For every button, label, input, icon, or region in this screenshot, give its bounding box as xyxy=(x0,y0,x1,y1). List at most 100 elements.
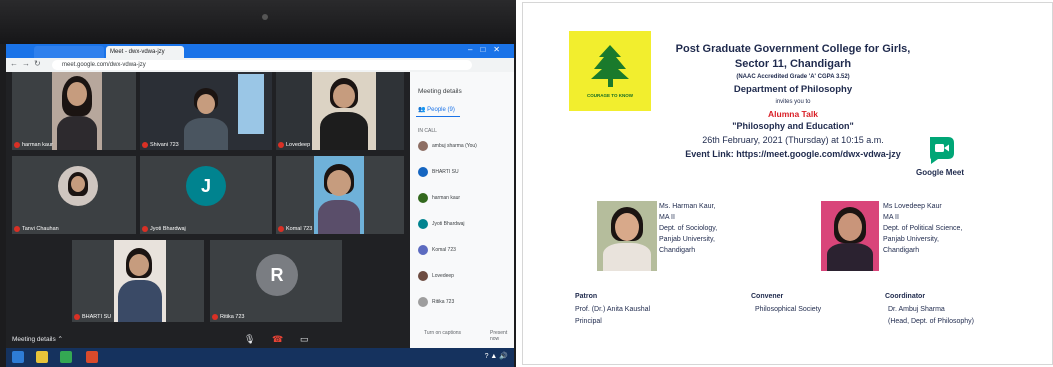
camera-icon[interactable]: ▭ xyxy=(300,334,309,345)
microphone-icon[interactable]: 🎙 xyxy=(244,334,255,345)
participant-name: harman kaur xyxy=(14,142,53,148)
meeting-side-panel: Meeting details 👥 People (9) IN CALL amb… xyxy=(410,72,514,348)
participant-list-item[interactable]: BHARTI SU xyxy=(418,166,459,178)
avatar xyxy=(418,297,428,307)
college-location: Sector 11, Chandigarh xyxy=(734,58,852,70)
forward-icon[interactable]: → xyxy=(22,59,30,68)
participant-list-item[interactable]: harman kaur xyxy=(418,192,460,204)
participant-name: Tanvi Chauhan xyxy=(14,226,59,232)
department-name: Department of Philosophy xyxy=(733,84,853,95)
accreditation-note: (NAAC Accredited Grade 'A' CGPA 3.52) xyxy=(736,74,850,80)
address-bar: ← → ↻ meet.google.com/dwx-vdwa-jzy xyxy=(6,58,514,72)
coordinator-heading: Coordinator xyxy=(885,293,926,300)
participant-video xyxy=(314,156,364,234)
patron-name: Prof. (Dr.) Anita Kaushal xyxy=(575,306,651,313)
participant-avatar xyxy=(58,166,98,206)
speaker-photo xyxy=(597,201,657,271)
avatar xyxy=(418,219,428,229)
participant-list-item[interactable]: ambuj sharma (You) xyxy=(418,140,477,152)
muted-mic-icon xyxy=(142,142,148,148)
video-tile[interactable]: Lovedeep xyxy=(276,72,404,150)
patron-role: Principal xyxy=(575,318,602,325)
participant-name: Jyoti Bhardwaj xyxy=(142,226,186,232)
call-controls-bar: Meeting details ⌃ 🎙 ☎ ▭ xyxy=(6,332,410,348)
back-icon[interactable]: ← xyxy=(10,59,18,68)
composite-image: Meet - dwx-vdwa-jzy –□✕ ← → ↻ meet.googl… xyxy=(0,0,1053,367)
participant-name: BHARTI SU xyxy=(74,314,111,320)
tree-trunk xyxy=(608,77,613,87)
participant-video xyxy=(312,72,376,150)
participant-name: Ritika 723 xyxy=(212,314,244,320)
video-tile[interactable]: Tanvi Chauhan xyxy=(12,156,136,234)
muted-mic-icon xyxy=(278,226,284,232)
muted-mic-icon xyxy=(14,226,20,232)
chrome-icon[interactable] xyxy=(60,351,72,363)
invitation-poster: COURAGE TO KNOW Post Graduate Government… xyxy=(522,2,1053,365)
participant-video xyxy=(52,72,102,150)
window-controls[interactable]: –□✕ xyxy=(468,45,508,54)
app-icon[interactable] xyxy=(86,351,98,363)
hang-up-icon[interactable]: ☎ xyxy=(272,334,283,345)
muted-mic-icon xyxy=(74,314,80,320)
google-meet-label: Google Meet xyxy=(916,168,965,177)
present-now-button[interactable]: Present now xyxy=(490,330,514,342)
invite-line: invites you to xyxy=(775,99,811,105)
google-meet-icon xyxy=(930,137,954,164)
avatar xyxy=(418,271,428,281)
os-taskbar: ? ▲ 🔊 xyxy=(6,348,514,367)
muted-mic-icon xyxy=(212,314,218,320)
video-tile[interactable]: Komal 723 xyxy=(276,156,404,234)
file-explorer-icon[interactable] xyxy=(36,351,48,363)
event-date: 26th February, 2021 (Thursday) at 10:15 … xyxy=(702,135,884,145)
event-link[interactable]: Event Link: https://meet.google.com/dwx-… xyxy=(613,149,973,159)
video-tile[interactable]: BHARTI SU xyxy=(72,240,204,322)
panel-title: Meeting details xyxy=(418,88,462,95)
muted-mic-icon xyxy=(278,142,284,148)
video-tile[interactable]: J Jyoti Bhardwaj xyxy=(140,156,272,234)
meeting-details-button[interactable]: Meeting details ⌃ xyxy=(12,335,63,343)
window-background xyxy=(238,74,264,134)
coordinator-role: (Head, Dept. of Philosophy) xyxy=(888,318,974,325)
video-grid: harman kaur Shivani 723 Lovedeep Tanvi C… xyxy=(6,72,410,332)
browser-tab-meet[interactable]: Meet - dwx-vdwa-jzy xyxy=(106,46,184,58)
speaker-info: Ms. Harman Kaur, MA II Dept. of Sociolog… xyxy=(659,203,718,254)
captions-button[interactable]: Turn on captions xyxy=(424,330,461,336)
event-title: "Philosophy and Education" xyxy=(732,121,854,131)
monitor-bezel xyxy=(0,0,516,44)
avatar xyxy=(418,193,428,203)
people-tab[interactable]: 👥 People (9) xyxy=(418,106,455,113)
patron-heading: Patron xyxy=(575,293,598,300)
video-tile[interactable]: Shivani 723 xyxy=(140,72,272,150)
participant-count-label: IN CALL xyxy=(418,128,437,134)
active-tab-indicator xyxy=(416,116,460,117)
avatar xyxy=(418,245,428,255)
participant-list-item[interactable]: Jyoti Bhardwaj xyxy=(418,218,465,230)
browser-window: Meet - dwx-vdwa-jzy –□✕ ← → ↻ meet.googl… xyxy=(6,44,514,348)
video-tile[interactable]: R Ritika 723 xyxy=(210,240,342,322)
participant-name: Komal 723 xyxy=(278,226,312,232)
url-input[interactable]: meet.google.com/dwx-vdwa-jzy xyxy=(52,60,472,70)
participant-video xyxy=(180,82,230,150)
webcam-dot xyxy=(262,14,268,20)
participant-list-item[interactable]: Ritika 723 xyxy=(418,296,454,308)
video-tile[interactable]: harman kaur xyxy=(12,72,136,150)
college-name: Post Graduate Government College for Gir… xyxy=(675,43,911,55)
browser-tab-inactive[interactable] xyxy=(34,46,104,58)
participant-video xyxy=(114,240,166,322)
avatar xyxy=(418,167,428,177)
participant-list-item[interactable]: Lovedeep xyxy=(418,270,454,282)
participant-name: Shivani 723 xyxy=(142,142,179,148)
convener-name: Philosophical Society xyxy=(755,306,822,313)
system-tray[interactable]: ? ▲ 🔊 xyxy=(485,352,508,360)
participant-initial-avatar: R xyxy=(256,254,298,296)
event-type: Alumna Talk xyxy=(768,109,818,119)
reload-icon[interactable]: ↻ xyxy=(34,59,41,68)
monitor-photo: Meet - dwx-vdwa-jzy –□✕ ← → ↻ meet.googl… xyxy=(0,0,516,367)
participant-name: Lovedeep xyxy=(278,142,310,148)
avatar xyxy=(418,141,428,151)
participant-list-item[interactable]: Komal 723 xyxy=(418,244,456,256)
browser-tab-bar: Meet - dwx-vdwa-jzy –□✕ xyxy=(6,44,514,58)
muted-mic-icon xyxy=(142,226,148,232)
speaker-info: Ms Lovedeep Kaur MA II Dept. of Politica… xyxy=(883,203,963,254)
start-icon[interactable] xyxy=(12,351,24,363)
